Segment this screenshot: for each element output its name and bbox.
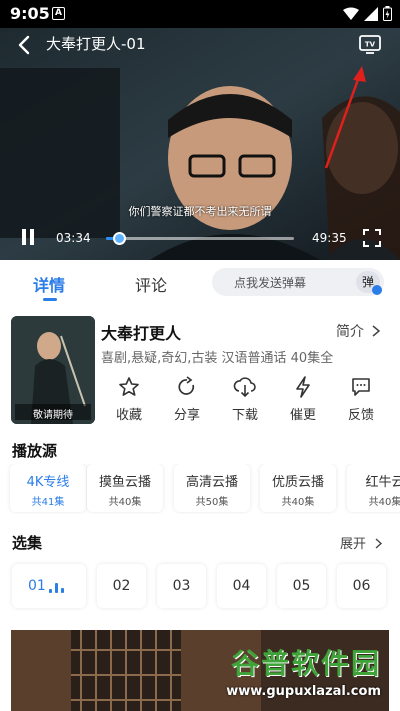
annotation-arrow: [324, 66, 366, 169]
urge-update-button[interactable]: 催更: [283, 376, 323, 423]
share-label: 分享: [173, 408, 200, 423]
watermark: 谷普软件园 www.gupuxlazal.com: [226, 642, 381, 699]
watermark-text: 谷普软件园: [230, 647, 381, 680]
danmu-check-icon: [372, 285, 382, 295]
tab-comments[interactable]: 评论: [135, 272, 167, 296]
episode-05[interactable]: 05: [277, 564, 326, 608]
status-bar: 9:05 A: [0, 0, 400, 28]
battery-icon: [383, 6, 392, 21]
source-name: 摸鱼云播: [98, 475, 151, 490]
status-icons: [343, 6, 392, 21]
danmu-input[interactable]: 点我发送弹幕 弹: [212, 268, 384, 296]
current-time: 03:34: [56, 231, 91, 245]
download-icon: [233, 377, 256, 398]
share-icon: [178, 376, 195, 395]
back-arrow-icon: [18, 35, 30, 55]
source-card-hd[interactable]: 高清云播 共50集: [174, 464, 250, 512]
banner-image[interactable]: 谷普软件园 www.gupuxlazal.com: [11, 630, 389, 711]
tab-bar: 详情 评论 点我发送弹幕 弹: [0, 260, 400, 304]
feedback-label: 反馈: [347, 408, 374, 423]
pause-icon-bar: [30, 229, 34, 245]
progress-handle[interactable]: [113, 232, 127, 245]
cast-tv-button[interactable]: TV: [358, 33, 382, 55]
watermark-url: www.gupuxlazal.com: [226, 684, 381, 699]
lightning-icon: [296, 376, 310, 398]
tv-icon: TV: [359, 35, 381, 54]
episode-04[interactable]: 04: [217, 564, 266, 608]
source-name: 4K专线: [26, 475, 70, 490]
source-count: 共41集: [31, 497, 65, 508]
episode-01[interactable]: 01: [12, 564, 86, 608]
danmu-toggle[interactable]: 弹: [356, 271, 382, 295]
share-button[interactable]: 分享: [167, 376, 207, 423]
tab-details[interactable]: 详情: [33, 272, 65, 296]
action-row: 收藏 分享 下载 催更 反馈: [101, 376, 391, 426]
source-list: 4K专线 共41集 摸鱼云播 共40集 高清云播 共50集 优质云播 共40集 …: [0, 464, 400, 514]
back-button[interactable]: [14, 34, 36, 56]
expand-label: 展开: [340, 537, 367, 552]
notification-icon: A: [52, 7, 65, 20]
status-time: 9:05: [10, 4, 50, 23]
tab-indicator: [43, 298, 57, 301]
episode-list: 01 02 03 04 05 06: [0, 564, 400, 610]
episode-label: 01: [28, 578, 46, 594]
download-label: 下载: [231, 408, 258, 423]
download-button[interactable]: 下载: [225, 376, 265, 423]
source-count: 共40集: [368, 497, 400, 508]
feedback-icon: [352, 378, 370, 396]
feedback-button[interactable]: 反馈: [341, 376, 381, 423]
source-count: 共40集: [281, 497, 315, 508]
fullscreen-icon: [363, 229, 381, 247]
pause-button[interactable]: [20, 229, 36, 245]
urge-update-label: 催更: [289, 408, 316, 423]
source-card-moyu[interactable]: 摸鱼云播 共40集: [87, 464, 163, 512]
episode-06[interactable]: 06: [337, 564, 386, 608]
expand-link[interactable]: 展开: [340, 533, 383, 552]
source-count: 共40集: [108, 497, 142, 508]
video-subtitle: 你们警察证都不考出来无所谓: [128, 205, 272, 218]
source-name: 优质云播: [271, 475, 324, 490]
episode-03[interactable]: 03: [157, 564, 206, 608]
collect-label: 收藏: [115, 408, 142, 423]
chevron-right-icon: [375, 538, 383, 549]
detail-panel: 详情 评论 点我发送弹幕 弹 敬请期待 大奉打更人 简介 喜剧,悬疑,奇幻,古装…: [0, 260, 400, 711]
signal-icon: [364, 6, 378, 21]
intro-link[interactable]: 简介: [336, 321, 381, 341]
wifi-icon: [343, 7, 359, 20]
intro-label: 简介: [336, 324, 364, 340]
poster-caption: 敬请期待: [33, 410, 73, 421]
playing-icon: [49, 583, 65, 593]
source-card-redbull[interactable]: 红牛云 共40集: [347, 464, 400, 512]
episode-02[interactable]: 02: [97, 564, 146, 608]
svg-text:TV: TV: [365, 41, 376, 49]
fullscreen-button[interactable]: [362, 228, 382, 248]
star-icon: [119, 377, 139, 396]
episodes-title: 选集: [12, 534, 43, 552]
poster-image[interactable]: 敬请期待: [11, 316, 95, 424]
danmu-placeholder: 点我发送弹幕: [234, 276, 307, 290]
total-time: 49:35: [312, 231, 347, 245]
source-name: 高清云播: [185, 475, 238, 490]
video-title: 大奉打更人-01: [46, 35, 146, 53]
show-title: 大奉打更人: [101, 324, 182, 343]
source-count: 共50集: [195, 497, 229, 508]
source-card-4k[interactable]: 4K专线 共41集: [10, 464, 86, 512]
video-player[interactable]: 大奉打更人-01 TV 你们警察证都不考出来无所谓 03:34 49:35: [0, 28, 400, 260]
chevron-right-icon: [372, 325, 381, 337]
source-name: 红牛云: [365, 475, 400, 490]
player-controls: 03:34 49:35: [0, 226, 400, 250]
show-meta: 喜剧,悬疑,奇幻,古装 汉语普通话 40集全: [101, 351, 334, 366]
source-card-quality[interactable]: 优质云播 共40集: [260, 464, 336, 512]
sources-title: 播放源: [12, 442, 58, 460]
pause-icon: [22, 229, 26, 245]
collect-button[interactable]: 收藏: [109, 376, 149, 423]
progress-bar[interactable]: [106, 232, 294, 245]
